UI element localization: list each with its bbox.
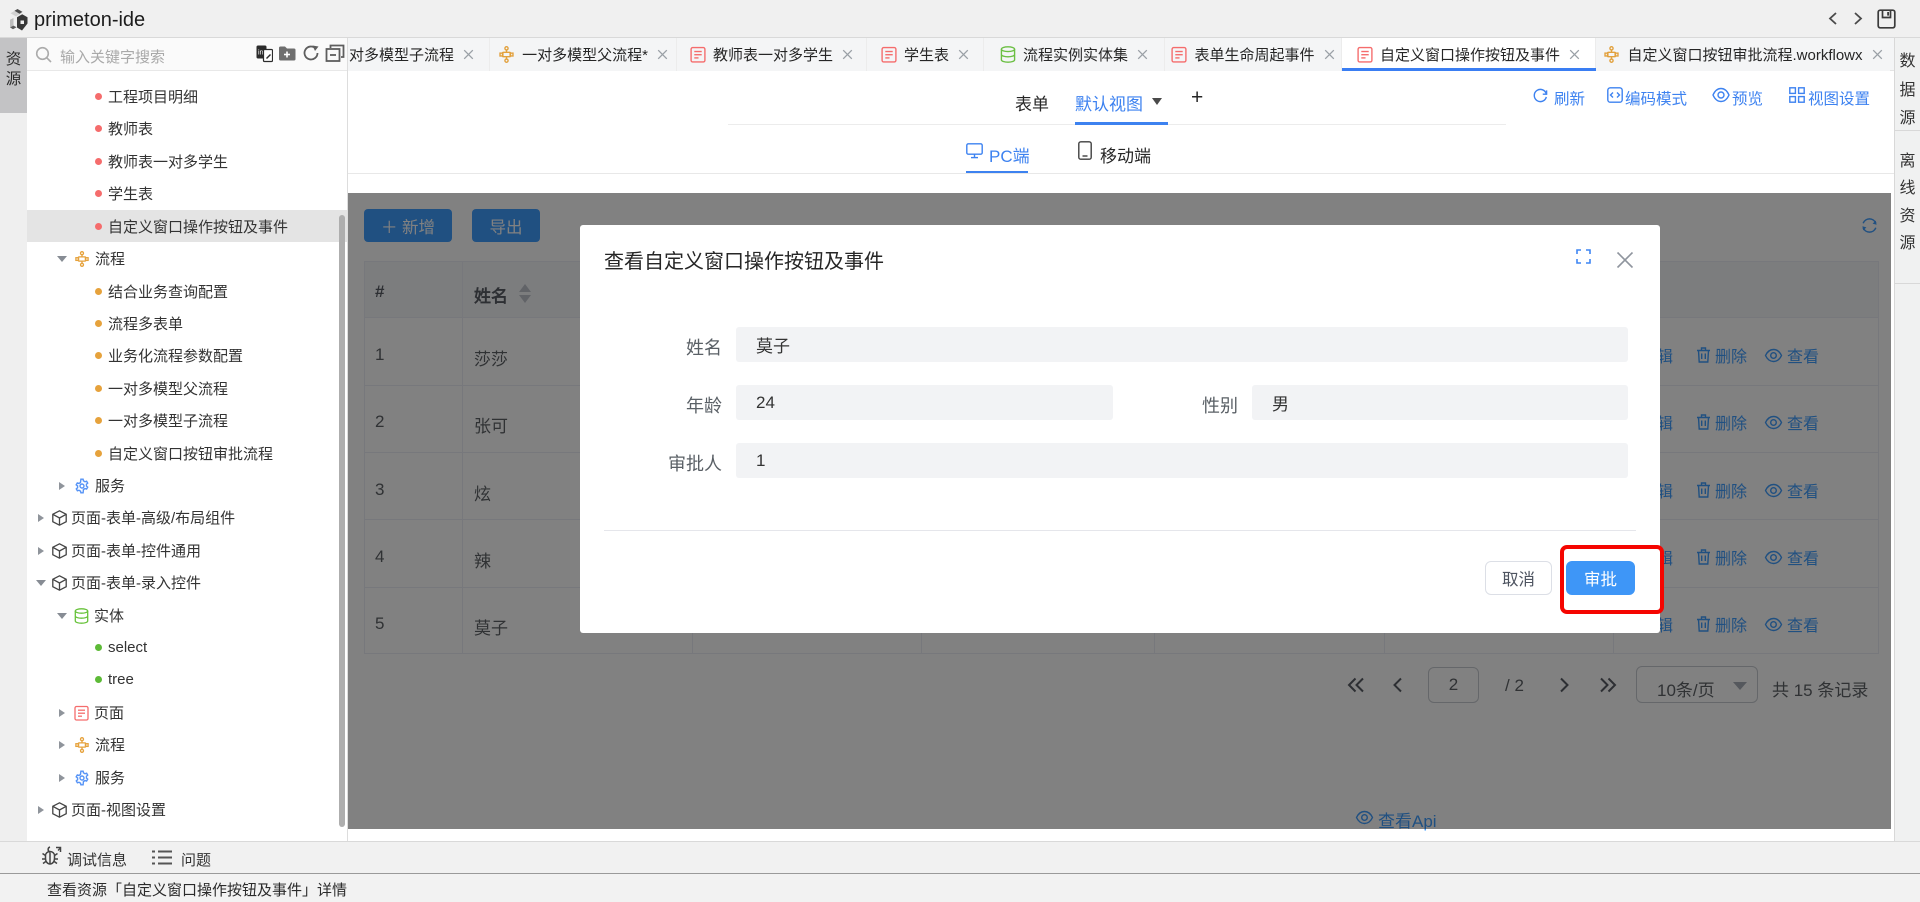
svg-text:in: in bbox=[258, 50, 264, 57]
